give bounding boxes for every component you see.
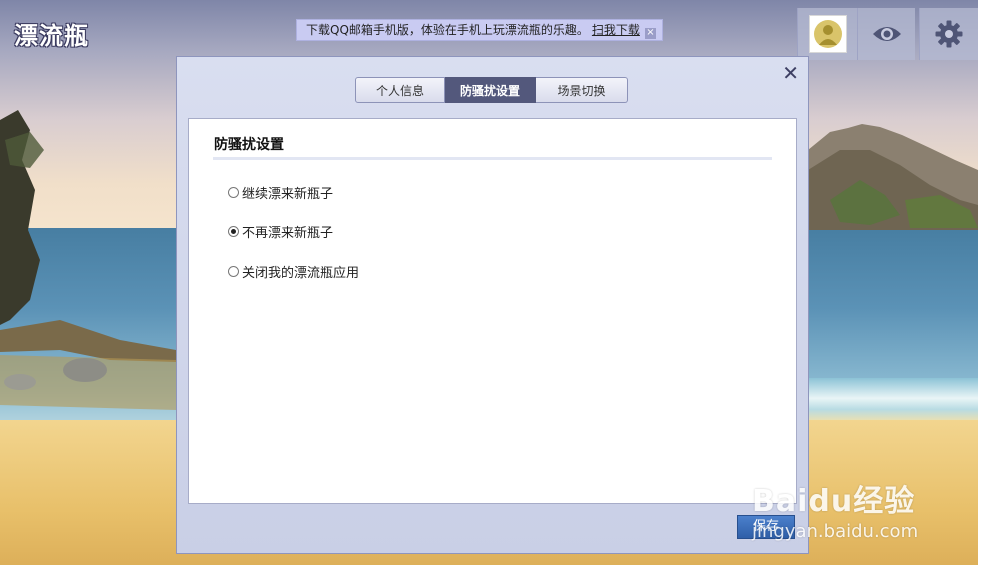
gear-icon: [935, 20, 963, 48]
settings-dialog: ✕ 个人信息 防骚扰设置 场景切换 防骚扰设置 继续漂来新瓶子 不再漂来新瓶子 …: [176, 56, 809, 554]
baidu-watermark: Baidu经验 jingyan.baidu.com: [752, 476, 918, 542]
radio-stop-bottles[interactable]: [228, 226, 239, 237]
dialog-close-icon[interactable]: ✕: [782, 63, 799, 83]
tab-scene-switch[interactable]: 场景切换: [536, 77, 628, 103]
download-notice-text: 下载QQ邮箱手机版，体验在手机上玩漂流瓶的乐趣。: [306, 23, 589, 37]
radio-close-app[interactable]: [228, 266, 239, 277]
option-stop-bottles[interactable]: 不再漂来新瓶子: [228, 222, 333, 241]
settings-tabs: 个人信息 防骚扰设置 场景切换: [355, 77, 628, 103]
download-notice-bar: 下载QQ邮箱手机版，体验在手机上玩漂流瓶的乐趣。 扫我下载 ×: [296, 19, 663, 41]
notice-close-icon[interactable]: ×: [644, 28, 656, 39]
panel-title: 防骚扰设置: [214, 137, 284, 153]
settings-button[interactable]: [919, 8, 978, 60]
tab-personal-info[interactable]: 个人信息: [355, 77, 445, 103]
option-label: 关闭我的漂流瓶应用: [242, 266, 360, 281]
watermark-url: jingyan.baidu.com: [752, 521, 919, 542]
watermark-brand: Baidu经验: [752, 484, 916, 519]
eye-icon: [872, 27, 901, 41]
avatar-button[interactable]: [797, 8, 857, 60]
avatar-icon: [813, 20, 842, 48]
option-continue-bottles[interactable]: 继续漂来新瓶子: [228, 183, 333, 202]
tab-anti-harassment[interactable]: 防骚扰设置: [445, 77, 536, 103]
radio-continue-bottles[interactable]: [228, 187, 239, 198]
scan-download-link[interactable]: 扫我下载: [592, 23, 640, 37]
avatar: [808, 15, 847, 53]
title-divider: [213, 157, 772, 160]
settings-panel: 防骚扰设置 继续漂来新瓶子 不再漂来新瓶子 关闭我的漂流瓶应用: [188, 118, 797, 504]
option-close-app[interactable]: 关闭我的漂流瓶应用: [228, 262, 359, 281]
view-bottles-button[interactable]: [857, 8, 915, 60]
app-logo: 漂流瓶: [14, 21, 89, 50]
option-label: 继续漂来新瓶子: [242, 187, 334, 202]
option-label: 不再漂来新瓶子: [242, 226, 334, 241]
